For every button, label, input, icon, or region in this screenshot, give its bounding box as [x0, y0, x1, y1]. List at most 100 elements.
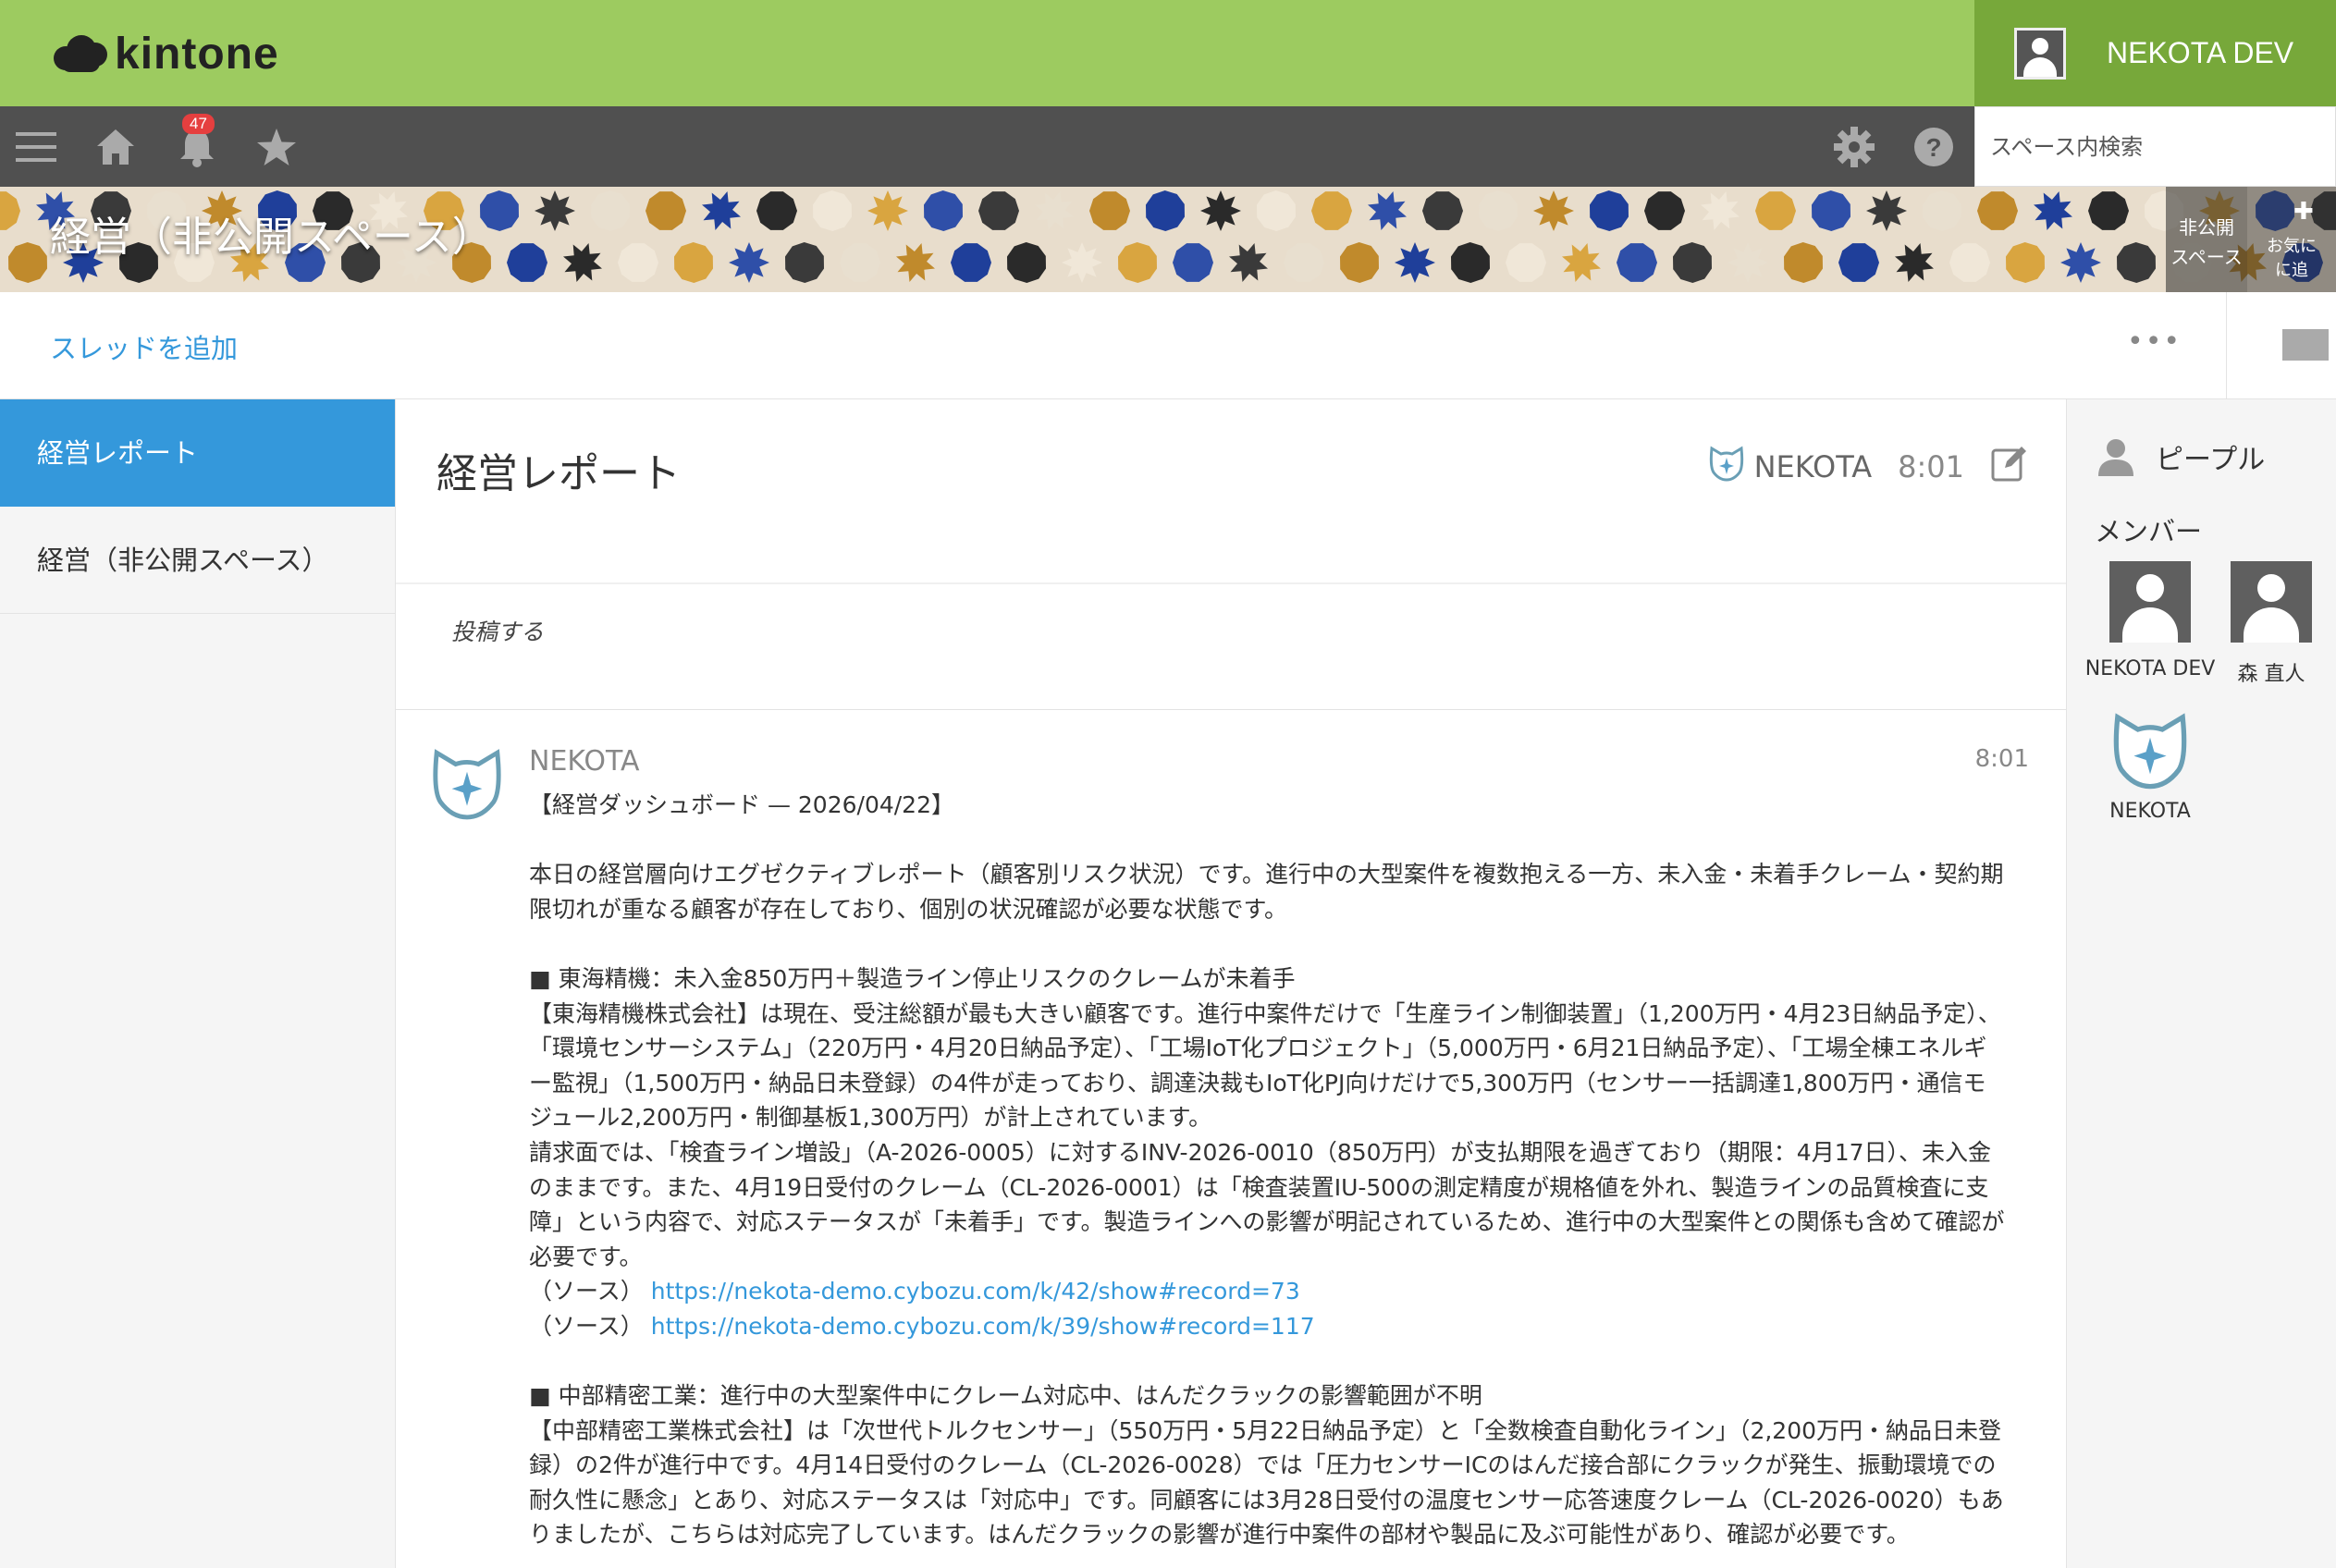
mosaic-tile: [1007, 242, 1046, 283]
member-name: 森 直人: [2237, 663, 2305, 686]
mosaic-tile: [2034, 191, 2072, 230]
thread-comment: NEKOTA 8:01 【経営ダッシュボード — 2026/04/22】本日の経…: [396, 709, 2066, 1568]
mosaic-tile: [1118, 242, 1157, 283]
mosaic-tile: [1035, 191, 1074, 230]
top-header: kintone NEKOTA DEV: [0, 0, 2336, 106]
people-icon: [2098, 439, 2133, 476]
mosaic-tile: [951, 243, 991, 282]
comment-line: 請求面では、「検査ライン増設」（A-2026-0005）に対するINV-2026…: [529, 1138, 2005, 1270]
mosaic-tile: [813, 190, 852, 231]
mosaic-tile: [1977, 191, 2018, 230]
logo-text: kintone: [115, 29, 279, 79]
mosaic-tile: [2117, 242, 2156, 283]
home-icon[interactable]: [92, 106, 139, 187]
pin-icon: ✚: [2293, 198, 2314, 226]
gear-icon[interactable]: [1831, 106, 1877, 187]
nekota-logo-icon: [2109, 709, 2191, 790]
person-icon: [2109, 561, 2191, 643]
mosaic-tile: [0, 191, 20, 230]
member-item[interactable]: 森 直人: [2202, 561, 2336, 687]
user-menu[interactable]: NEKOTA DEV: [1974, 0, 2336, 106]
thread-meta: NEKOTA 8:01: [1708, 444, 2029, 490]
mosaic-tile: [645, 191, 686, 230]
cloud-logo-icon: [54, 35, 107, 72]
member-item[interactable]: NEKOTA: [2081, 709, 2219, 823]
mosaic-tile: [535, 190, 575, 231]
nekota-logo-icon: [1708, 445, 1745, 489]
comment-time: 8:01: [1974, 745, 2029, 773]
mosaic-tile: [1284, 243, 1324, 282]
mosaic-tile: [1395, 242, 1435, 283]
source-label: （ソース）: [529, 1278, 644, 1305]
toolbar-divider: [2226, 292, 2227, 399]
thread-time: 8:01: [1898, 449, 1964, 484]
mosaic-tile: [1368, 191, 1407, 230]
help-icon[interactable]: ?: [1911, 106, 1957, 187]
source-label: （ソース）: [529, 1312, 644, 1340]
member-item[interactable]: NEKOTA DEV: [2081, 561, 2219, 680]
source-link[interactable]: https://nekota-demo.cybozu.com/k/39/show…: [651, 1313, 1315, 1340]
mosaic-tile: [1311, 191, 1352, 230]
comment-author[interactable]: NEKOTA: [529, 745, 640, 778]
mosaic-tile: [2060, 242, 2101, 283]
more-options-button[interactable]: •••: [2127, 325, 2182, 358]
edit-icon[interactable]: [1990, 444, 2029, 490]
mosaic-tile: [2088, 191, 2129, 230]
mosaic-tile: [1257, 190, 1296, 231]
mosaic-tile: [507, 243, 547, 282]
mosaic-tile: [756, 191, 797, 230]
mosaic-tile: [1562, 243, 1601, 282]
add-thread-link[interactable]: スレッドを追加: [50, 327, 238, 366]
comment-line: 【経営ダッシュボード — 2026/04/22】: [529, 791, 954, 818]
mosaic-tile: [1089, 191, 1130, 230]
mosaic-tile: [1866, 190, 1907, 231]
person-icon: [2231, 561, 2312, 643]
add-favorite-button[interactable]: ✚ お気に に追: [2247, 187, 2336, 292]
user-avatar: [2014, 27, 2066, 80]
mosaic-tile: [1533, 190, 1574, 231]
mosaic-tile: [1340, 242, 1379, 283]
mosaic-tile: [8, 242, 47, 283]
mosaic-tile: [785, 242, 824, 283]
mosaic-tile: [1644, 191, 1685, 230]
mosaic-tile: [1173, 243, 1213, 282]
comment-line: 【中部精密工業株式会社】は「次世代トルクセンサー」（550万円・5月22日納品予…: [529, 1416, 2004, 1549]
mosaic-tile: [1727, 242, 1768, 283]
svg-text:?: ?: [1925, 133, 1941, 162]
space-search-input[interactable]: [1974, 106, 2336, 187]
user-name: NEKOTA DEV: [2107, 36, 2294, 69]
thread-author[interactable]: NEKOTA: [1754, 449, 1873, 484]
thread-header: 経営レポート NEKOTA 8:01: [396, 399, 2066, 582]
menu-icon[interactable]: [13, 106, 59, 187]
thread-main: 経営レポート NEKOTA 8:01 投稿する NEKOTA 8:01 【経営ダ…: [396, 399, 2066, 1568]
mosaic-tile: [978, 191, 1019, 230]
favorite-label: お気に に追: [2267, 237, 2317, 280]
mosaic-tile: [591, 190, 630, 231]
notification-badge: 47: [182, 114, 215, 134]
mosaic-tile: [1451, 242, 1490, 283]
comment-line: ■ 東海精機：未入金850万円＋製造ライン停止リスクのクレームが未着手: [529, 964, 1296, 992]
space-title: 経営（非公開スペース）: [50, 214, 493, 261]
mosaic-tile: [1895, 243, 1934, 282]
kintone-logo[interactable]: kintone: [54, 28, 279, 80]
people-header: ピープル: [2095, 436, 2265, 477]
source-link[interactable]: https://nekota-demo.cybozu.com/k/42/show…: [651, 1278, 1300, 1305]
comment-line: 本日の経営層向けエグゼクティブレポート（顧客別リスク状況）です。進行中の大型案件…: [529, 861, 2004, 923]
members-label: メンバー: [2095, 516, 2203, 547]
space-cover-banner: 経営（非公開スペース）: [0, 187, 2336, 292]
comment-line: 【東海精機株式会社】は現在、受注総額が最も大きい顧客です。進行中案件だけで「生産…: [529, 999, 2001, 1132]
thread-sidebar: 経営レポート 経営（非公開スペース）: [0, 399, 396, 1568]
post-input-box[interactable]: 投稿する: [396, 584, 2066, 709]
mosaic-tile: [1590, 190, 1629, 231]
mosaic-tile: [1838, 243, 1879, 282]
sidebar-item-keiei-report[interactable]: 経営レポート: [0, 399, 395, 507]
mosaic-tile: [867, 190, 908, 231]
mosaic-tile: [563, 243, 602, 282]
mosaic-tile: [1146, 190, 1185, 231]
mosaic-tile: [1673, 242, 1712, 283]
comment-author-avatar[interactable]: [429, 745, 505, 825]
sidebar-item-keiei-space[interactable]: 経営（非公開スペース）: [0, 507, 395, 614]
star-icon[interactable]: [253, 106, 300, 187]
panel-toggle-button[interactable]: [2282, 329, 2329, 361]
mosaic-tile: [729, 242, 769, 283]
